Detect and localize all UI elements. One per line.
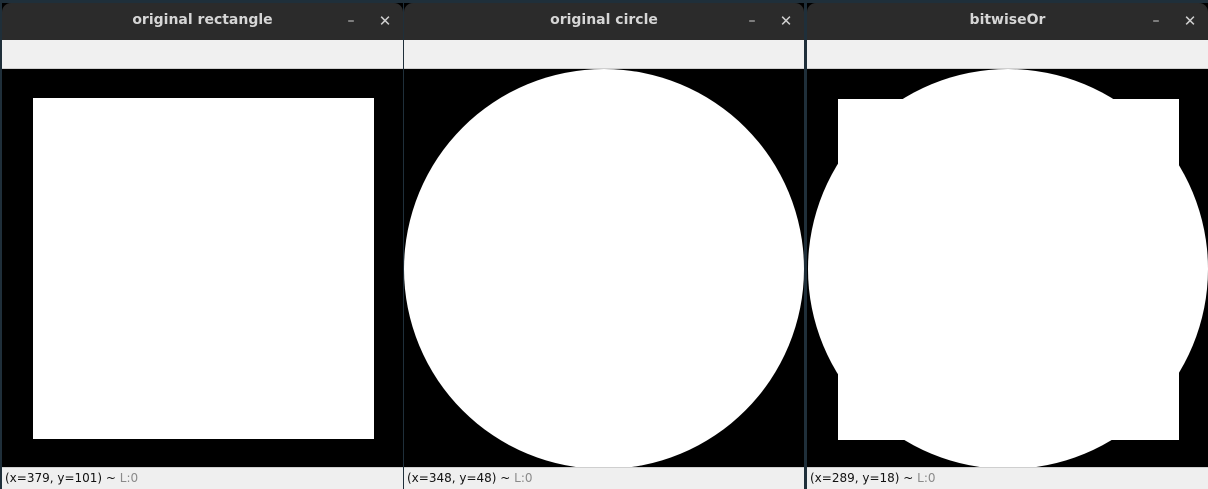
level-indicator: L:0 — [917, 471, 936, 485]
level-indicator: L:0 — [514, 471, 533, 485]
white-rectangle — [838, 99, 1179, 440]
status-bar: (x=379, y=101) ~ L:0 — [2, 467, 403, 489]
image-canvas[interactable] — [404, 69, 804, 468]
close-icon[interactable]: ✕ — [375, 11, 395, 31]
close-icon[interactable]: ✕ — [1180, 11, 1200, 31]
cursor-coordinates: (x=348, y=48) ~ — [407, 471, 515, 485]
minimize-icon[interactable]: – — [742, 11, 762, 31]
status-bar: (x=348, y=48) ~ L:0 — [404, 467, 804, 489]
status-bar: (x=289, y=18) ~ L:0 — [807, 467, 1208, 489]
window-bitwise-or[interactable]: bitwiseOr – ✕ (x=289, y=18) ~ L:0 — [807, 3, 1208, 489]
minimize-icon[interactable]: – — [1146, 11, 1166, 31]
titlebar[interactable]: original circle – ✕ — [404, 3, 804, 40]
close-icon[interactable]: ✕ — [776, 11, 796, 31]
window-original-rectangle[interactable]: original rectangle – ✕ (x=379, y=101) ~ … — [2, 3, 403, 489]
level-indicator: L:0 — [119, 471, 139, 485]
image-canvas[interactable] — [2, 69, 403, 468]
minimize-icon[interactable]: – — [341, 11, 361, 31]
cursor-coordinates: (x=289, y=18) ~ — [810, 471, 918, 485]
toolbar — [807, 40, 1208, 69]
titlebar[interactable]: bitwiseOr – ✕ — [807, 3, 1208, 40]
cursor-coordinates: (x=379, y=101) ~ — [5, 471, 120, 485]
image-canvas[interactable] — [807, 69, 1208, 468]
white-circle — [404, 69, 804, 468]
titlebar[interactable]: original rectangle – ✕ — [2, 3, 403, 40]
window-original-circle[interactable]: original circle – ✕ (x=348, y=48) ~ L:0 — [404, 3, 804, 489]
toolbar — [404, 40, 804, 69]
white-rectangle — [33, 98, 374, 439]
toolbar — [2, 40, 403, 69]
